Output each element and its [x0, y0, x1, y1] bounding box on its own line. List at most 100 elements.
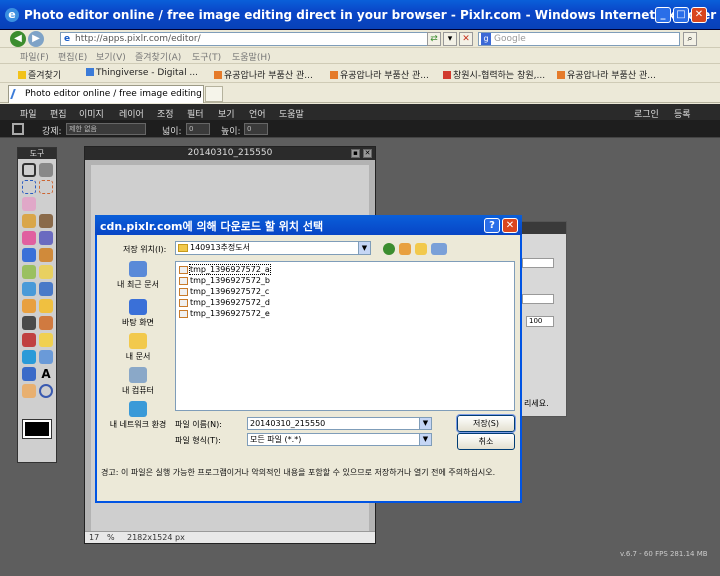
- minimize-button[interactable]: _: [655, 7, 671, 23]
- login-link[interactable]: 로그인: [634, 107, 659, 120]
- smudge-tool-icon[interactable]: [22, 299, 36, 313]
- wand-tool-icon[interactable]: [22, 197, 36, 211]
- pixlr-menu-layer[interactable]: 레이어: [119, 107, 144, 120]
- burn-tool-icon[interactable]: [39, 316, 53, 330]
- file-name: tmp_1396927572_c: [190, 287, 270, 296]
- pixlr-menu-adjust[interactable]: 조정: [157, 107, 174, 120]
- pinch-tool-icon[interactable]: [22, 350, 36, 364]
- favorite-item[interactable]: 창원시-협력하는 창원,...: [443, 68, 545, 81]
- address-input[interactable]: e http://apps.pixlr.com/editor/: [60, 32, 440, 46]
- doc-close-icon[interactable]: ✕: [363, 149, 372, 158]
- width-input[interactable]: 0: [186, 123, 210, 135]
- dodge-tool-icon[interactable]: [22, 316, 36, 330]
- panel-field[interactable]: [522, 258, 554, 268]
- search-icon[interactable]: ⌕: [683, 32, 697, 46]
- menu-edit[interactable]: 편집(E): [58, 50, 87, 63]
- pixlr-menu-view[interactable]: 보기: [218, 107, 235, 120]
- menu-tools[interactable]: 도구(T): [192, 50, 221, 63]
- eraser-tool-icon[interactable]: [22, 231, 36, 245]
- file-icon: [179, 299, 188, 307]
- cancel-button[interactable]: 취소: [457, 433, 515, 450]
- forward-icon[interactable]: ▶: [28, 31, 44, 47]
- constraint-select[interactable]: 제한 없음: [66, 123, 146, 135]
- search-placeholder: Google: [494, 34, 526, 44]
- stop-icon[interactable]: ✕: [459, 32, 473, 46]
- new-tab-button[interactable]: [205, 86, 223, 102]
- height-input[interactable]: 0: [244, 123, 268, 135]
- place-my-computer[interactable]: 내 컴퓨터: [105, 367, 171, 401]
- eyedropper-tool-icon[interactable]: [22, 367, 36, 381]
- hand-tool-icon[interactable]: [22, 384, 36, 398]
- tab-bar: Photo editor online / free image editing…: [0, 83, 720, 103]
- up-folder-icon[interactable]: [399, 243, 411, 255]
- menu-view[interactable]: 보기(V): [96, 50, 126, 63]
- pixlr-menu-file[interactable]: 파일: [20, 107, 37, 120]
- file-item[interactable]: tmp_1396927572_e: [178, 308, 270, 319]
- zoom-value[interactable]: 17: [89, 533, 99, 542]
- gradient-tool-icon[interactable]: [22, 248, 36, 262]
- file-item[interactable]: tmp_1396927572_c: [178, 286, 269, 297]
- chevron-down-icon: ▼: [358, 242, 370, 254]
- favorite-item[interactable]: Thingiverse - Digital ...: [86, 68, 198, 78]
- favorite-item[interactable]: 유공압나라 부품산 관...: [330, 68, 429, 81]
- move-tool-icon[interactable]: [39, 163, 53, 177]
- file-item[interactable]: tmp_1396927572_b: [178, 275, 270, 286]
- menu-file[interactable]: 파일(F): [20, 50, 49, 63]
- pixlr-menu-edit[interactable]: 편집: [50, 107, 67, 120]
- dialog-close-button[interactable]: ✕: [502, 218, 518, 233]
- pixlr-menu-language[interactable]: 언어: [249, 107, 266, 120]
- filename-input[interactable]: 20140310_215550 ▼: [247, 417, 432, 430]
- marquee-tool-icon[interactable]: [22, 180, 36, 194]
- panel-value-input[interactable]: 100: [526, 316, 554, 327]
- file-item[interactable]: tmp_1396927572_d: [178, 297, 270, 308]
- zoom-tool-icon[interactable]: [39, 384, 53, 398]
- pencil-tool-icon[interactable]: [22, 214, 36, 228]
- maximize-button[interactable]: □: [673, 7, 689, 23]
- favorite-item[interactable]: 유공압나라 부품산 관...: [214, 68, 313, 81]
- bucket-tool-icon[interactable]: [39, 231, 53, 245]
- save-button[interactable]: 저장(S): [456, 414, 516, 433]
- help-button[interactable]: ?: [484, 218, 500, 233]
- pixlr-menu-help[interactable]: 도움말: [279, 107, 304, 120]
- refresh-icon[interactable]: ⇄: [427, 32, 441, 46]
- menu-favorites[interactable]: 즐겨찾기(A): [135, 50, 181, 63]
- doc-maximize-icon[interactable]: ▪: [351, 149, 360, 158]
- pixlr-menu-filter[interactable]: 필터: [187, 107, 204, 120]
- stamp-tool-icon[interactable]: [39, 248, 53, 262]
- favorites-button[interactable]: 즐겨찾기: [18, 68, 61, 81]
- color-swatch[interactable]: [22, 419, 52, 439]
- place-my-documents[interactable]: 내 문서: [105, 333, 171, 367]
- my-documents-icon: [129, 333, 147, 349]
- color-replace-icon[interactable]: [39, 350, 53, 364]
- crop-tool-icon[interactable]: [22, 163, 36, 177]
- redeye-fix-icon[interactable]: [22, 333, 36, 347]
- close-window-button[interactable]: ✕: [691, 7, 707, 23]
- file-item[interactable]: tmp_1396927572_a: [178, 264, 271, 275]
- location-combo[interactable]: 140913추정도서 ▼: [175, 241, 371, 255]
- search-input[interactable]: g Google: [478, 32, 680, 46]
- new-folder-icon[interactable]: [415, 243, 427, 255]
- place-desktop[interactable]: 바탕 화면: [105, 299, 171, 333]
- shape-tool-icon[interactable]: [22, 265, 36, 279]
- view-menu-icon[interactable]: [431, 243, 447, 255]
- tab-pixlr[interactable]: Photo editor online / free image editing…: [8, 85, 204, 103]
- back-folder-icon[interactable]: [383, 243, 395, 255]
- place-network[interactable]: 내 네트워크 환경: [105, 401, 171, 435]
- brush-tool-icon[interactable]: [39, 214, 53, 228]
- place-recent[interactable]: 내 최근 문서: [105, 261, 171, 295]
- lasso-tool-icon[interactable]: [39, 180, 53, 194]
- favorite-item[interactable]: 유공압나라 부품산 관...: [557, 68, 656, 81]
- panel-select[interactable]: [522, 294, 554, 304]
- sponge-tool-icon[interactable]: [39, 299, 53, 313]
- text-tool-icon[interactable]: A: [39, 367, 53, 381]
- bloat-tool-icon[interactable]: [39, 333, 53, 347]
- go-dropdown-icon[interactable]: ▾: [443, 32, 457, 46]
- filetype-select[interactable]: 모든 파일 (*.*) ▼: [247, 433, 432, 446]
- pixlr-menu-image[interactable]: 이미지: [79, 107, 104, 120]
- sharpen-tool-icon[interactable]: [39, 282, 53, 296]
- redeye-tool-icon[interactable]: [39, 265, 53, 279]
- register-link[interactable]: 등록: [674, 107, 691, 120]
- menu-help[interactable]: 도움말(H): [232, 50, 271, 63]
- back-icon[interactable]: ◀: [10, 31, 26, 47]
- drop-tool-icon[interactable]: [22, 282, 36, 296]
